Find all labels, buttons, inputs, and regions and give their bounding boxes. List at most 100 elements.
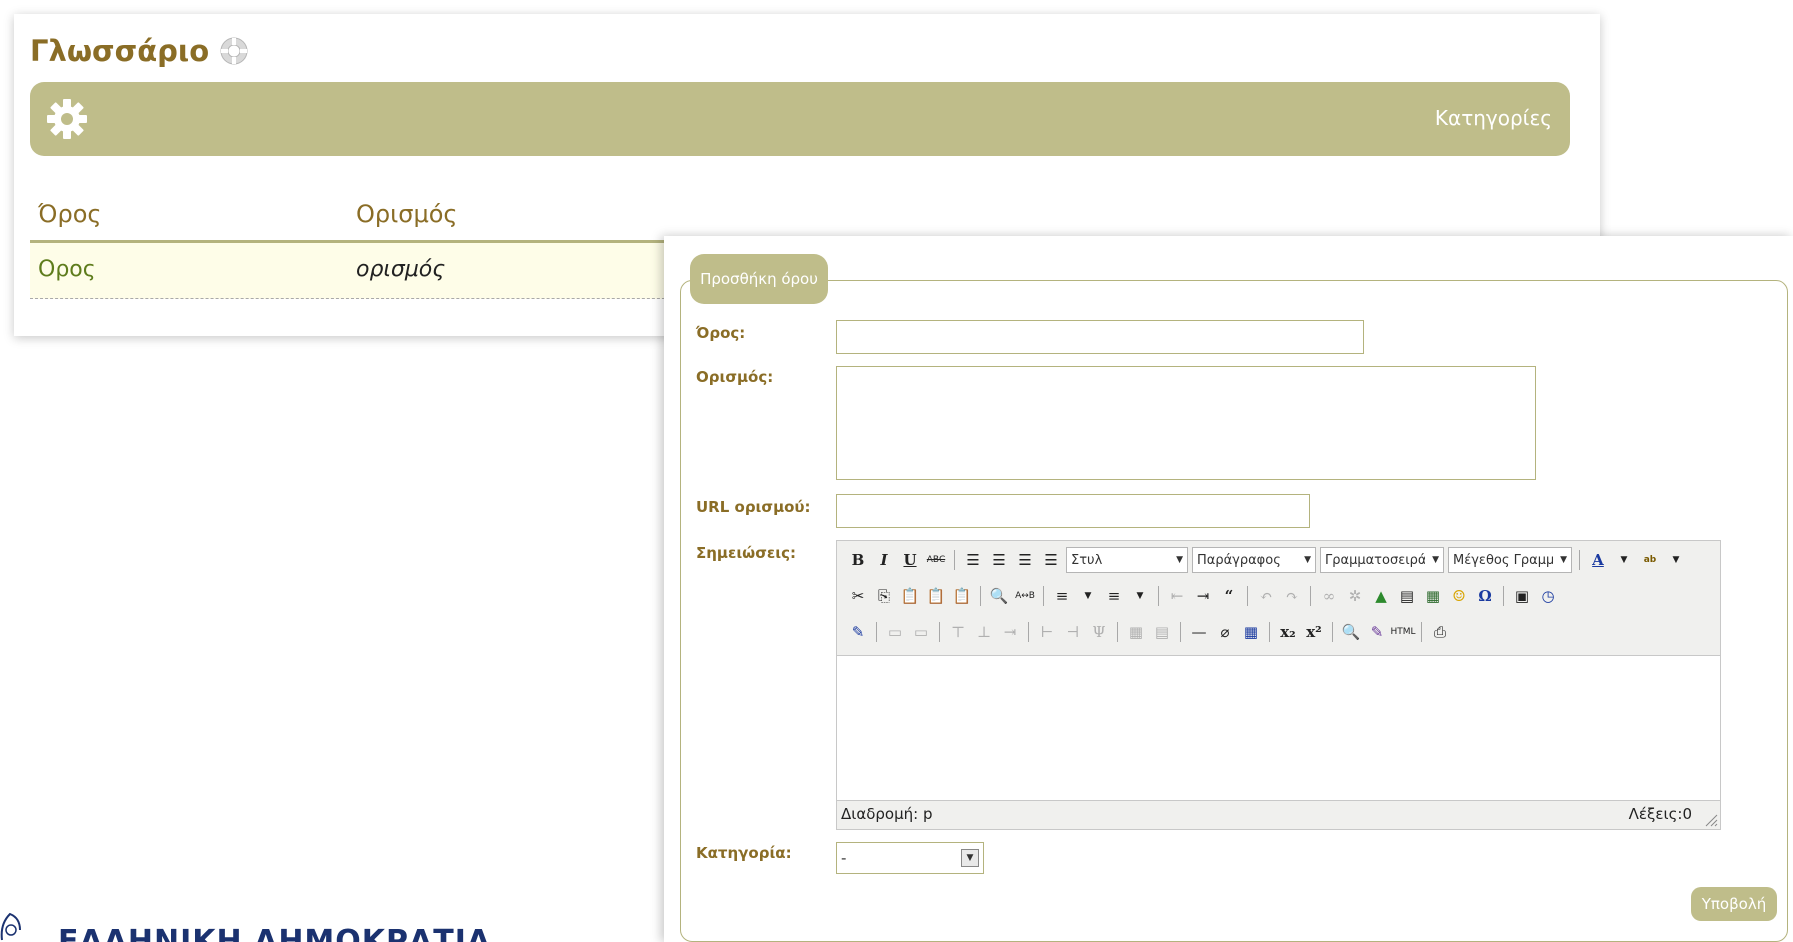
toolbar-separator xyxy=(1503,586,1504,606)
row-after-icon[interactable]: ⊥ xyxy=(973,621,995,643)
font-select[interactable]: Γραμματοσειρά ▼ xyxy=(1320,547,1444,573)
unlink-icon[interactable]: ✲ xyxy=(1344,585,1366,607)
bullet-list-icon[interactable]: ≡ xyxy=(1051,585,1073,607)
video-icon[interactable]: ▦ xyxy=(1422,585,1444,607)
media-icon[interactable]: ▤ xyxy=(1396,585,1418,607)
toolbar-separator xyxy=(1028,622,1029,642)
submit-button[interactable]: Υποβολή xyxy=(1691,887,1777,921)
preview-icon[interactable]: 🔍 xyxy=(1340,621,1362,643)
cleanup-icon[interactable]: ✎ xyxy=(1366,621,1388,643)
url-input[interactable] xyxy=(836,494,1310,528)
gear-icon[interactable] xyxy=(44,96,90,142)
category-select[interactable]: - ▼ xyxy=(836,842,984,874)
blockquote-icon[interactable]: “ xyxy=(1218,585,1240,607)
definition-label: Ορισμός: xyxy=(696,368,774,386)
redo-icon[interactable]: ↷ xyxy=(1281,585,1303,607)
numbered-list-icon[interactable]: ≡ xyxy=(1103,585,1125,607)
edit-icon[interactable]: ✎ xyxy=(847,621,869,643)
align-right-icon[interactable]: ☰ xyxy=(1014,549,1036,571)
category-label: Κατηγορία: xyxy=(696,844,792,862)
bold-icon[interactable]: B xyxy=(847,549,869,571)
undo-icon[interactable]: ↶ xyxy=(1255,585,1277,607)
toolbar-separator xyxy=(954,550,955,570)
chevron-down-icon: ▼ xyxy=(1432,555,1439,565)
toolbar-separator xyxy=(1117,622,1118,642)
chevron-down-icon: ▼ xyxy=(1560,555,1567,565)
row-term-link[interactable]: Ορος xyxy=(38,257,96,282)
highlight-color-icon[interactable]: ab xyxy=(1639,549,1661,571)
insert-date-icon[interactable]: ▣ xyxy=(1511,585,1533,607)
emoticon-icon[interactable]: ☺ xyxy=(1448,585,1470,607)
superscript-icon[interactable]: x² xyxy=(1303,621,1325,643)
help-icon[interactable] xyxy=(219,36,249,66)
insert-table-icon[interactable]: ▦ xyxy=(1240,621,1262,643)
insert-time-icon[interactable]: ◷ xyxy=(1537,585,1559,607)
glossary-toolbar: Κατηγορίες xyxy=(30,82,1570,156)
cut-icon[interactable]: ✂ xyxy=(847,585,869,607)
table-row-props-icon[interactable]: ▭ xyxy=(884,621,906,643)
link-icon[interactable]: ∞ xyxy=(1318,585,1340,607)
subscript-icon[interactable]: x₂ xyxy=(1277,621,1299,643)
col-after-icon[interactable]: ⊣ xyxy=(1062,621,1084,643)
toolbar-separator xyxy=(939,622,940,642)
table-row: Ορος ορισμός xyxy=(30,243,690,299)
definition-textarea[interactable] xyxy=(836,366,1536,480)
remove-format-icon[interactable]: ⌀ xyxy=(1214,621,1236,643)
toolbar-separator xyxy=(1158,586,1159,606)
delete-col-icon[interactable]: Ψ xyxy=(1088,621,1110,643)
html-source-icon[interactable]: HTML xyxy=(1390,621,1415,643)
chevron-down-icon[interactable]: ▼ xyxy=(1665,549,1687,571)
category-select-value: - xyxy=(841,849,847,867)
categories-link[interactable]: Κατηγορίες xyxy=(1435,106,1552,130)
special-char-icon[interactable]: Ω xyxy=(1474,585,1496,607)
col-before-icon[interactable]: ⊢ xyxy=(1036,621,1058,643)
style-select[interactable]: Στυλ ▼ xyxy=(1066,547,1188,573)
italic-icon[interactable]: I xyxy=(873,549,895,571)
copy-icon[interactable]: ⎘ xyxy=(873,585,895,607)
chevron-down-icon: ▼ xyxy=(1304,555,1311,565)
row-before-icon[interactable]: ⊤ xyxy=(947,621,969,643)
font-select-value: Γραμματοσειρά xyxy=(1325,552,1425,568)
text-color-icon[interactable]: A xyxy=(1587,549,1609,571)
term-input[interactable] xyxy=(836,320,1364,354)
align-justify-icon[interactable]: ☰ xyxy=(1040,549,1062,571)
align-center-icon[interactable]: ☰ xyxy=(988,549,1010,571)
chevron-down-icon[interactable]: ▼ xyxy=(1613,549,1635,571)
toolbar-separator xyxy=(1043,586,1044,606)
paste-icon[interactable]: 📋 xyxy=(899,585,921,607)
strikethrough-icon[interactable]: ABC xyxy=(925,549,947,571)
toolbar-separator xyxy=(1579,550,1580,570)
underline-icon[interactable]: U xyxy=(899,549,921,571)
format-select[interactable]: Παράγραφος ▼ xyxy=(1192,547,1316,573)
toolbar-separator xyxy=(1310,586,1311,606)
split-cells-icon[interactable]: ▦ xyxy=(1125,621,1147,643)
indent-icon[interactable]: ⇥ xyxy=(1192,585,1214,607)
style-select-value: Στυλ xyxy=(1071,552,1103,568)
outdent-icon[interactable]: ⇤ xyxy=(1166,585,1188,607)
size-select[interactable]: Μέγεθος Γραμμ ▼ xyxy=(1448,547,1572,573)
glossary-title-text: Γλωσσάριο xyxy=(30,34,210,68)
toolbar-separator xyxy=(1269,622,1270,642)
table-cell-props-icon[interactable]: ▭ xyxy=(910,621,932,643)
toolbar-separator xyxy=(1247,586,1248,606)
editor-path-status: Διαδρομή: p xyxy=(841,805,933,823)
chevron-down-icon[interactable]: ▼ xyxy=(1129,585,1151,607)
toolbar-separator xyxy=(1421,622,1422,642)
image-icon[interactable]: ▲ xyxy=(1370,585,1392,607)
paste-word-icon[interactable]: 📋 xyxy=(951,585,973,607)
resize-grip-icon[interactable] xyxy=(1702,811,1718,827)
chevron-down-icon[interactable]: ▼ xyxy=(1077,585,1099,607)
replace-icon[interactable]: A↔B xyxy=(1014,585,1036,607)
column-header-term: Όρος xyxy=(38,200,102,228)
editor-content-area[interactable] xyxy=(837,655,1720,801)
editor-toolbar-row-2: ✂ ⎘ 📋 📋 📋 🔍 A↔B ≡ ▼ ≡ ▼ ⇤ ⇥ “ ↶ ↷ ∞ ✲ ▲ … xyxy=(847,581,1559,611)
horizontal-rule-icon[interactable]: — xyxy=(1188,621,1210,643)
find-icon[interactable]: 🔍 xyxy=(988,585,1010,607)
paste-text-icon[interactable]: 📋 xyxy=(925,585,947,607)
align-left-icon[interactable]: ☰ xyxy=(962,549,984,571)
print-icon[interactable]: ⎙ xyxy=(1429,621,1451,643)
toolbar-separator xyxy=(1332,622,1333,642)
delete-row-icon[interactable]: ⇥ xyxy=(999,621,1021,643)
rich-text-editor: B I U ABC ☰ ☰ ☰ ☰ Στυλ ▼ Παράγραφος ▼ Γραμ… xyxy=(836,540,1721,830)
merge-cells-icon[interactable]: ▤ xyxy=(1151,621,1173,643)
